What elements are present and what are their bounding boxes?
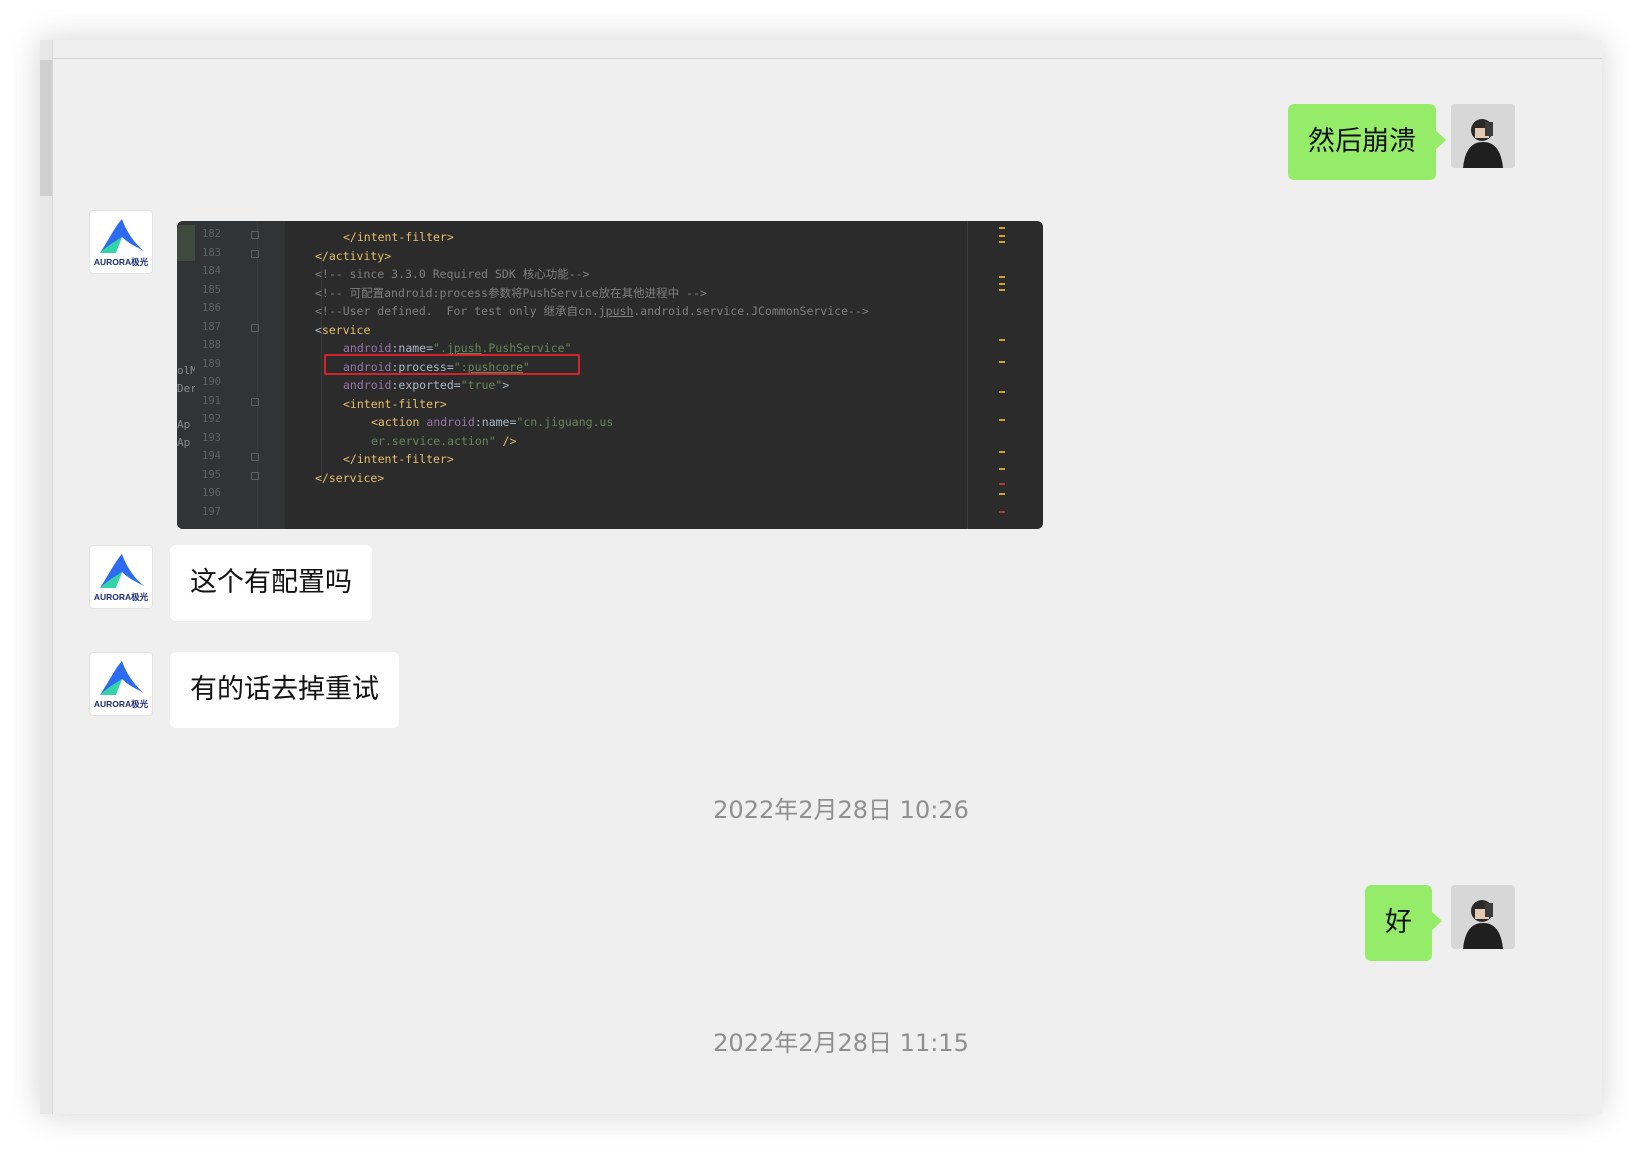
code-line: er.service.action" /> xyxy=(371,433,517,448)
code-line: </intent-filter> xyxy=(343,230,454,244)
line-number: 195 xyxy=(202,468,221,481)
message-bubble-outgoing[interactable]: 好 xyxy=(1365,885,1442,961)
message-text: 然后崩溃 xyxy=(1308,126,1416,157)
line-number: 193 xyxy=(202,431,221,444)
line-number: 185 xyxy=(202,283,221,296)
code-line: <intent-filter> xyxy=(343,396,447,411)
timestamp: 2022年2月28日 10:26 xyxy=(713,796,969,824)
fold-marker-icon xyxy=(251,471,259,480)
window-left-edge xyxy=(40,40,53,1114)
line-number: 186 xyxy=(202,302,221,314)
svg-text:AURORA极光: AURORA极光 xyxy=(94,592,149,602)
message-text: 好 xyxy=(1385,907,1412,938)
user-avatar[interactable] xyxy=(1451,885,1515,949)
scroll-marker xyxy=(999,483,1005,485)
scroll-marker xyxy=(999,289,1005,291)
scroll-marker xyxy=(999,361,1005,363)
scroll-marker xyxy=(999,468,1005,470)
line-number: 183 xyxy=(202,246,221,259)
side-clip-label: olM xyxy=(177,364,197,377)
scroll-marker xyxy=(999,451,1005,453)
chat-window: 然后崩溃 AURORA极光 olM Der Ap Ap 182 183 184 185 186… xyxy=(40,40,1602,1114)
line-number: 187 xyxy=(202,320,221,333)
fold-marker-icon xyxy=(251,453,259,461)
fold-line xyxy=(257,221,258,529)
scroll-marker xyxy=(999,235,1005,237)
code-line: <!--User defined. For test only 继承自cn.jp… xyxy=(315,304,869,318)
message-bubble-incoming[interactable]: 这个有配置吗 xyxy=(170,545,372,621)
code-line: </intent-filter> xyxy=(343,452,454,466)
scroll-marker xyxy=(999,493,1005,495)
message-text: 有的话去掉重试 xyxy=(190,674,379,705)
line-number: 189 xyxy=(202,357,221,370)
scroll-marker xyxy=(999,241,1005,243)
line-number: 192 xyxy=(202,413,221,425)
scroll-marker xyxy=(999,511,1005,513)
user-avatar[interactable] xyxy=(1451,104,1515,168)
aurora-logo-icon: AURORA极光 xyxy=(94,661,149,709)
scroll-marker xyxy=(999,419,1005,421)
scrollbar-thumb[interactable] xyxy=(40,60,52,196)
person-photo-icon xyxy=(1451,104,1515,168)
fold-marker-icon xyxy=(251,397,259,406)
code-line: </service> xyxy=(315,470,385,485)
line-number: 184 xyxy=(202,265,221,277)
line-number: 194 xyxy=(202,450,221,462)
line-number: 196 xyxy=(202,487,221,499)
fold-marker-icon xyxy=(251,231,259,239)
code-line: <service xyxy=(315,322,371,337)
svg-text:AURORA极光: AURORA极光 xyxy=(94,699,149,709)
aurora-logo-icon: AURORA极光 xyxy=(94,219,149,267)
aurora-logo-icon: AURORA极光 xyxy=(94,554,149,602)
message-bubble-outgoing[interactable]: 然后崩溃 xyxy=(1288,104,1446,180)
aurora-avatar[interactable]: AURORA极光 xyxy=(89,652,153,716)
scroll-marker xyxy=(999,227,1005,229)
code-line: <!-- 可配置android:process参数将PushService放在其… xyxy=(315,285,707,300)
scroll-marker xyxy=(999,283,1005,285)
code-line: <!-- since 3.3.0 Required SDK 核心功能--> xyxy=(315,267,590,281)
scroll-marker xyxy=(999,339,1005,341)
side-clip-label: Ap xyxy=(177,436,191,449)
editor-change-mark xyxy=(177,225,195,261)
line-number: 190 xyxy=(202,376,221,388)
aurora-avatar[interactable]: AURORA极光 xyxy=(89,210,153,274)
message-text: 这个有配置吗 xyxy=(190,567,352,598)
code-line: android:exported="true"> xyxy=(343,378,510,392)
code-line: </activity> xyxy=(315,248,392,263)
scroll-marker xyxy=(999,276,1005,278)
svg-text:AURORA极光: AURORA极光 xyxy=(94,257,149,267)
scroll-marker xyxy=(999,391,1005,393)
code-line: <action android:name="cn.jiguang.us xyxy=(371,415,614,429)
message-bubble-incoming[interactable]: 有的话去掉重试 xyxy=(170,652,399,728)
highlight-box xyxy=(324,354,580,375)
person-photo-icon xyxy=(1451,885,1515,949)
line-number: 191 xyxy=(202,394,221,407)
right-margin-rule xyxy=(967,221,968,529)
message-image-code-screenshot[interactable]: olM Der Ap Ap 182 183 184 185 186 187 188 189 190 19… xyxy=(177,221,1043,529)
side-clip-label: Der xyxy=(177,382,197,395)
code-line: android:name=".jpush.PushService" xyxy=(343,341,572,355)
fold-marker-icon xyxy=(251,249,259,258)
side-clip-label: Ap xyxy=(177,418,191,431)
line-number: 182 xyxy=(202,228,221,240)
aurora-avatar[interactable]: AURORA极光 xyxy=(89,545,153,609)
line-number: 188 xyxy=(202,339,221,351)
timestamp: 2022年2月28日 11:15 xyxy=(713,1029,969,1057)
fold-marker-icon xyxy=(251,323,259,332)
top-divider xyxy=(53,58,1602,59)
line-number: 197 xyxy=(202,505,221,518)
